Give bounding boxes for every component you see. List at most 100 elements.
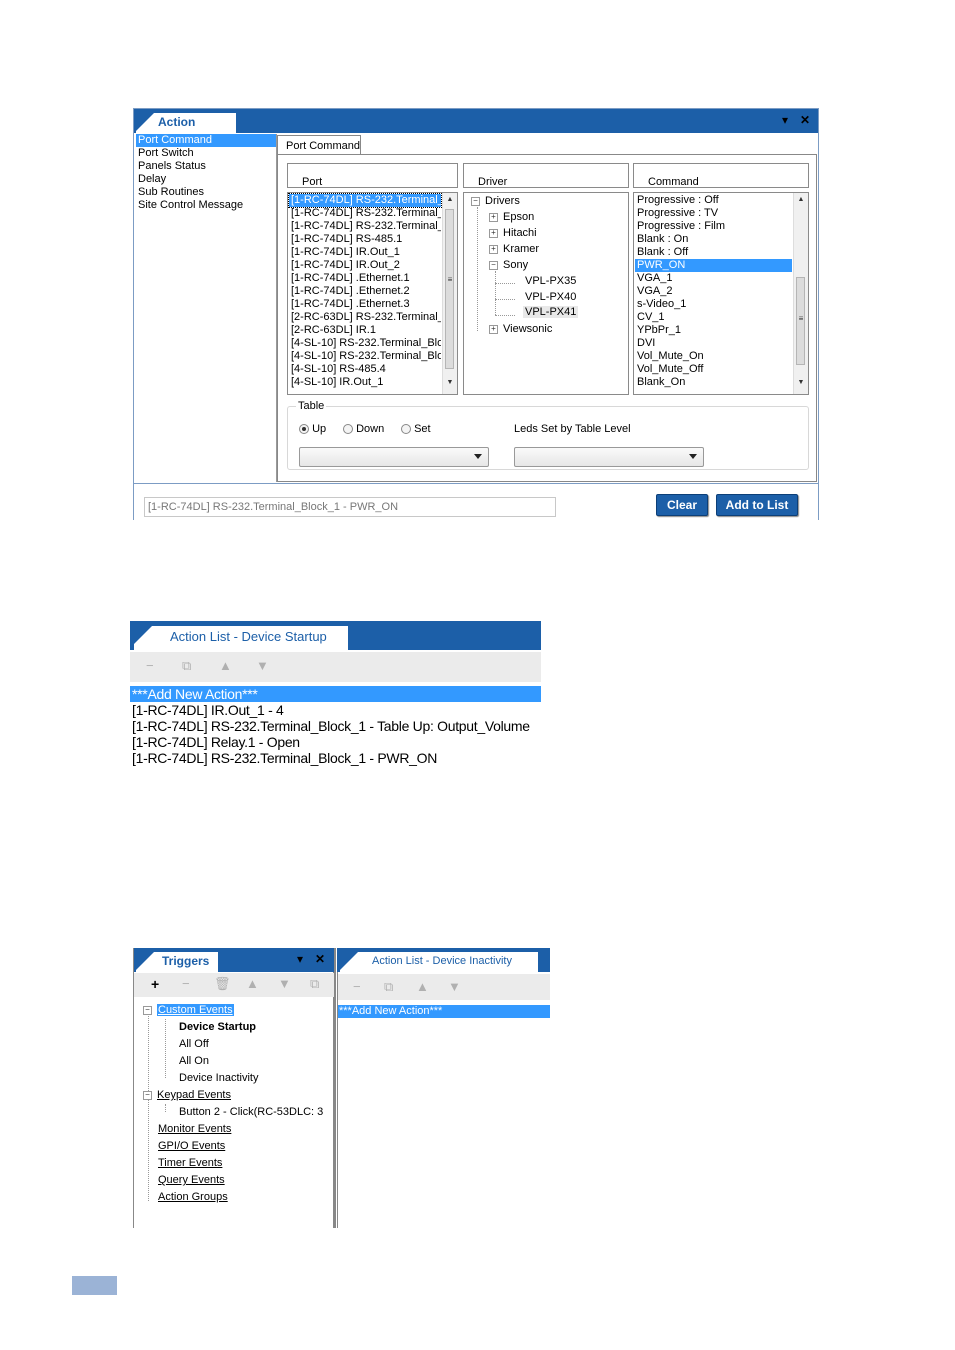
category-item[interactable]: Site Control Message	[136, 199, 276, 212]
port-item[interactable]: [4-SL-10] IR.Out_1	[289, 376, 441, 389]
tree-node-all-off[interactable]: All Off	[179, 1038, 209, 1050]
tab-port-command[interactable]: Port Command	[277, 135, 361, 155]
category-item[interactable]: Port Switch	[136, 147, 276, 160]
action-list-item[interactable]: ***Add New Action***	[130, 686, 541, 702]
action-list-inactivity-tab[interactable]: Action List - Device Inactivity	[340, 952, 538, 972]
tree-node-vpl-px41[interactable]: VPL-PX41	[523, 306, 579, 318]
result-text-field[interactable]	[144, 497, 556, 517]
scroll-down-icon[interactable]: ▼	[443, 379, 457, 386]
tree-node-kramer[interactable]: + Kramer	[489, 243, 539, 255]
down-icon[interactable]: ▼	[256, 658, 269, 673]
scroll-thumb[interactable]	[445, 209, 454, 369]
port-item[interactable]: [1-RC-74DL] RS-232.Terminal_E	[289, 220, 441, 233]
command-item[interactable]: Vol_Mute_On	[635, 350, 792, 363]
triggers-title-tab[interactable]: Triggers	[136, 952, 218, 972]
action-list-item[interactable]: [1-RC-74DL] RS-232.Terminal_Block_1 - Ta…	[130, 718, 541, 734]
action-list-item[interactable]: [1-RC-74DL] IR.Out_1 - 4	[130, 702, 541, 718]
tree-node-hitachi[interactable]: + Hitachi	[489, 227, 537, 239]
radio-down-circle[interactable]	[343, 424, 353, 435]
tree-node-button-2-click[interactable]: Button 2 - Click(RC-53DLC: 3	[179, 1106, 323, 1118]
command-scrollbar[interactable]: ▲ ≡ ▼	[793, 193, 808, 394]
port-item[interactable]: [1-RC-74DL] RS-485.1	[289, 233, 441, 246]
command-item[interactable]: Progressive : Off	[635, 194, 792, 207]
tree-node-all-on[interactable]: All On	[179, 1055, 209, 1067]
action-list-item[interactable]: ***Add New Action***	[337, 1005, 550, 1018]
action-list-item[interactable]: [1-RC-74DL] Relay.1 - Open	[130, 734, 541, 750]
expand-icon[interactable]: +	[489, 244, 498, 254]
driver-tree[interactable]: − Drivers + Epson + Hitachi + Kramer − Sony V…	[463, 192, 629, 395]
port-item[interactable]: [1-RC-74DL] IR.Out_1	[289, 246, 441, 259]
minus-icon[interactable]: −	[182, 976, 190, 991]
scroll-up-icon[interactable]: ▲	[794, 196, 808, 203]
minus-icon[interactable]: −	[353, 979, 361, 994]
port-listbox[interactable]: [1-RC-74DL] RS-232.Terminal_E [1-RC-74DL]…	[287, 192, 458, 395]
port-item[interactable]: [1-RC-74DL] RS-232.Terminal_E	[288, 193, 442, 208]
up-icon[interactable]: ▲	[416, 979, 429, 994]
copy-icon[interactable]: ⧉	[182, 658, 191, 674]
command-item[interactable]: PWR_ON	[635, 259, 792, 272]
collapse-icon[interactable]: −	[471, 196, 480, 206]
action-list-startup-tab[interactable]: Action List - Device Startup	[134, 626, 348, 650]
expand-icon[interactable]: +	[489, 228, 498, 238]
command-item[interactable]: s-Video_1	[635, 298, 792, 311]
command-item[interactable]: Progressive : TV	[635, 207, 792, 220]
port-item[interactable]: [1-RC-74DL] .Ethernet.2	[289, 285, 441, 298]
command-item[interactable]: Progressive : Film	[635, 220, 792, 233]
leds-combo[interactable]	[514, 447, 704, 467]
pin-dropdown-icon[interactable]: ▾	[297, 952, 303, 966]
tree-node-device-inactivity[interactable]: Device Inactivity	[179, 1072, 258, 1084]
tree-node-timer-events[interactable]: Timer Events	[158, 1157, 222, 1169]
command-item[interactable]: VGA_1	[635, 272, 792, 285]
collapse-icon[interactable]: −	[143, 1005, 152, 1015]
command-item[interactable]: Blank_On	[635, 376, 792, 389]
port-scrollbar[interactable]: ▲ ≡ ▼	[442, 193, 457, 394]
tree-node-gpio-events[interactable]: GPI/O Events	[158, 1140, 225, 1152]
command-item[interactable]: Blank : Off	[635, 246, 792, 259]
port-item[interactable]: [1-RC-74DL] IR.Out_2	[289, 259, 441, 272]
add-icon[interactable]: +	[151, 976, 159, 992]
category-item[interactable]: Panels Status	[136, 160, 276, 173]
tree-node-drivers[interactable]: − Drivers	[471, 195, 520, 207]
action-editor-title-tab[interactable]: Action Editor	[136, 113, 236, 147]
command-item[interactable]: VGA_2	[635, 285, 792, 298]
expand-icon[interactable]: +	[489, 212, 498, 222]
tree-node-action-groups[interactable]: Action Groups	[158, 1191, 228, 1203]
close-icon[interactable]: ✕	[315, 952, 325, 966]
port-item[interactable]: [4-SL-10] RS-485.4	[289, 363, 441, 376]
down-icon[interactable]: ▼	[448, 979, 461, 994]
down-icon[interactable]: ▼	[278, 976, 291, 991]
copy-icon[interactable]: ⧉	[384, 979, 393, 995]
delete-icon[interactable]: 🗑	[214, 976, 231, 992]
tree-node-sony[interactable]: − Sony	[489, 259, 528, 271]
command-item[interactable]: Vol_Mute_Off	[635, 363, 792, 376]
scroll-down-icon[interactable]: ▼	[794, 379, 808, 386]
tree-node-vpl-px35[interactable]: VPL-PX35	[525, 275, 576, 287]
radio-set[interactable]: Set	[401, 423, 431, 435]
table-combo[interactable]	[299, 447, 489, 467]
command-item[interactable]: YPbPr_1	[635, 324, 792, 337]
category-item[interactable]: Sub Routines	[136, 186, 276, 199]
collapse-icon[interactable]: −	[489, 260, 498, 270]
category-item[interactable]: Port Command	[136, 134, 276, 147]
port-item[interactable]: [2-RC-63DL] RS-232.Terminal_E	[289, 311, 441, 324]
minus-icon[interactable]: −	[146, 658, 154, 673]
collapse-icon[interactable]: −	[143, 1090, 152, 1100]
command-item[interactable]: DVI	[635, 337, 792, 350]
up-icon[interactable]: ▲	[246, 976, 259, 991]
tree-node-viewsonic[interactable]: + Viewsonic	[489, 323, 552, 335]
tree-node-epson[interactable]: + Epson	[489, 211, 534, 223]
copy-icon[interactable]: ⧉	[310, 976, 319, 992]
action-list-item[interactable]: [1-RC-74DL] RS-232.Terminal_Block_1 - PW…	[130, 750, 541, 766]
port-item[interactable]: [1-RC-74DL] .Ethernet.1	[289, 272, 441, 285]
port-item[interactable]: [4-SL-10] RS-232.Terminal_Bloc	[289, 350, 441, 363]
tree-node-vpl-px40[interactable]: VPL-PX40	[525, 291, 576, 303]
tree-node-query-events[interactable]: Query Events	[158, 1174, 225, 1186]
close-icon[interactable]: ✕	[800, 113, 810, 127]
tree-node-keypad-events[interactable]: − Keypad Events	[143, 1089, 231, 1101]
tree-node-custom-events[interactable]: − Custom Events	[143, 1004, 234, 1016]
command-item[interactable]: CV_1	[635, 311, 792, 324]
add-to-list-button[interactable]: Add to List	[716, 494, 798, 516]
up-icon[interactable]: ▲	[219, 658, 232, 673]
radio-up[interactable]: Up	[299, 423, 326, 435]
pin-dropdown-icon[interactable]: ▾	[782, 113, 788, 127]
